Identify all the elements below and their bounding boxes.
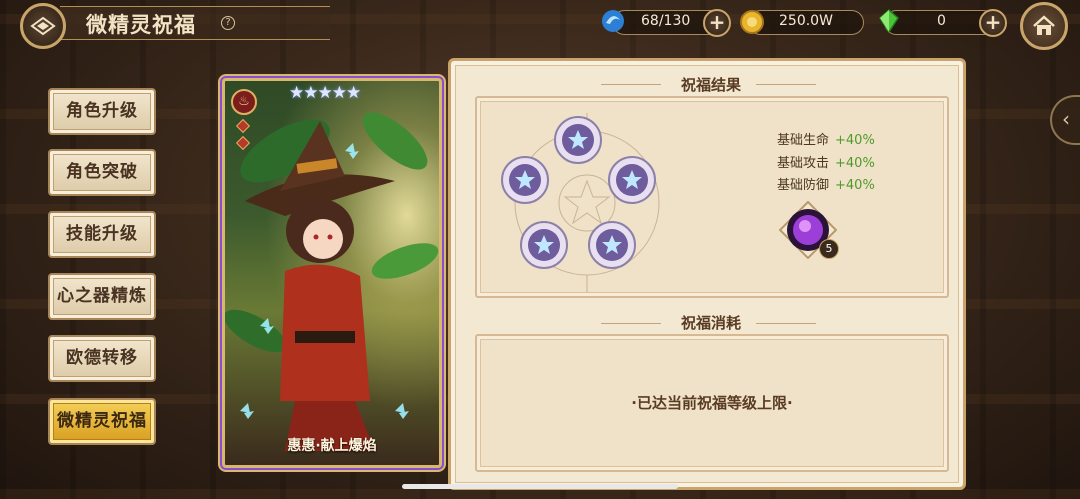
divider — [756, 84, 816, 85]
blessing-panel: 祝福结果 基础生命 +40% 基础攻击 +40% 基础防御 +40% 5 祝福消… — [448, 58, 966, 490]
page-title: 微精灵祝福 — [86, 13, 196, 37]
spirit-node-bottom-right — [588, 221, 636, 269]
spirit-node-top — [554, 116, 602, 164]
blue-swirl-icon — [602, 10, 624, 32]
star-rating: ★★★★★ — [289, 83, 361, 103]
stat-hp-value: +40% — [835, 133, 875, 148]
spirit-star-diagram — [501, 113, 660, 293]
sidebar-item-ode-transfer[interactable]: 欧德转移 — [48, 335, 156, 382]
character-portrait — [225, 112, 439, 451]
gem-value: 0 — [937, 13, 946, 29]
green-crystal-icon — [879, 8, 899, 34]
spirit-node-left — [501, 156, 549, 204]
sidebar-item-heart-refine[interactable]: 心之器精炼 — [48, 273, 156, 320]
item-count-badge: 5 — [819, 239, 839, 259]
sidebar-item-spirit-blessing[interactable]: 微精灵祝福 — [48, 398, 156, 445]
stat-def-label: 基础防御 — [777, 178, 830, 193]
stat-atk-label: 基础攻击 — [777, 156, 830, 171]
stat-def-value: +40% — [835, 178, 875, 193]
home-icon — [1033, 15, 1055, 35]
top-bar: 微精灵祝福 ? 68/130 + 250.0W 0 + — [0, 0, 1080, 50]
character-name: 惠惠·献上爆焰 — [287, 438, 377, 454]
stat-def-row: 基础防御 +40% — [777, 174, 875, 193]
gold-coin-icon — [740, 10, 764, 34]
character-card[interactable]: ♨ ★★★★★ 惠惠·献上爆焰 — [222, 78, 442, 468]
home-button[interactable] — [1020, 2, 1068, 50]
back-button[interactable] — [20, 3, 66, 49]
max-level-message: ·已达当前祝福等级上限· — [631, 394, 793, 412]
add-gems-button[interactable]: + — [979, 9, 1007, 37]
divider — [756, 323, 816, 324]
stat-hp-row: 基础生命 +40% — [777, 129, 875, 148]
blessing-result-box: 基础生命 +40% 基础攻击 +40% 基础防御 +40% 5 — [475, 96, 949, 298]
back-diamond-icon — [30, 16, 56, 36]
stat-atk-value: +40% — [835, 156, 875, 171]
gold-value: 250.0W — [779, 13, 833, 29]
spirit-node-bottom-left — [520, 221, 568, 269]
home-indicator-bar[interactable] — [402, 484, 678, 489]
add-stamina-button[interactable]: + — [703, 9, 731, 37]
stat-hp-label: 基础生命 — [777, 133, 830, 148]
fire-element-icon: ♨ — [231, 89, 257, 115]
stamina-value: 68/130 — [641, 13, 691, 29]
help-icon[interactable]: ? — [221, 16, 235, 30]
sidebar-item-character-breakthrough[interactable]: 角色突破 — [48, 149, 156, 196]
sidebar-item-skill-upgrade[interactable]: 技能升级 — [48, 211, 156, 258]
sidebar-item-character-levelup[interactable]: 角色升级 — [48, 88, 156, 135]
stat-atk-row: 基础攻击 +40% — [777, 152, 875, 171]
spirit-node-right — [608, 156, 656, 204]
blessing-cost-box: ·已达当前祝福等级上限· — [475, 334, 949, 472]
blessing-item[interactable]: 5 — [778, 200, 839, 260]
gold-counter: 250.0W — [748, 10, 864, 35]
